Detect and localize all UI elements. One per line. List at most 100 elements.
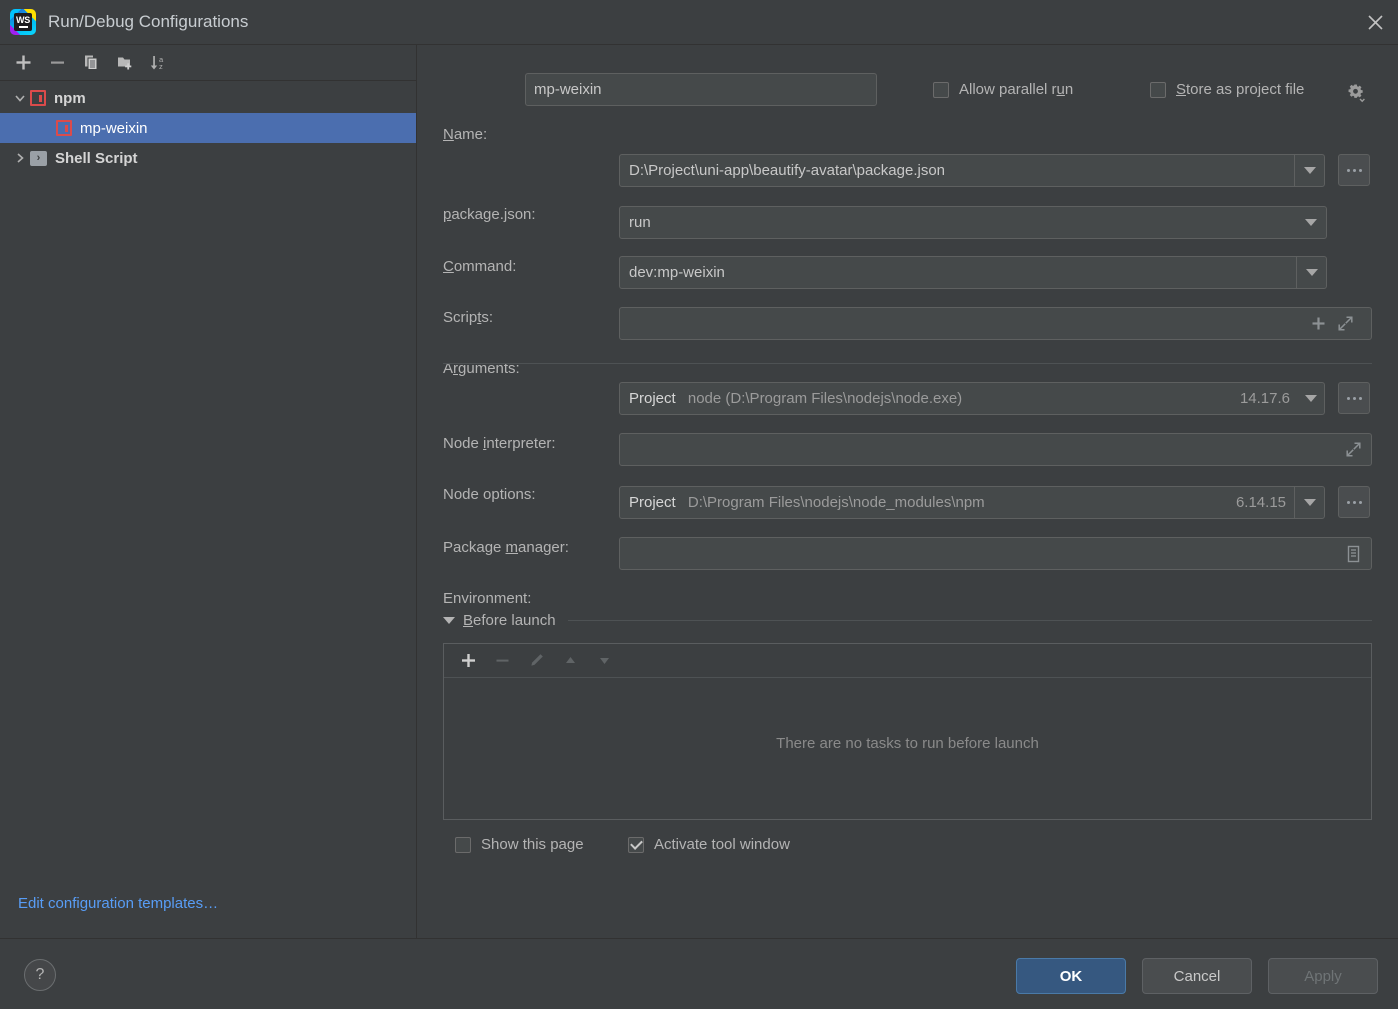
before-launch-task-list: There are no tasks to run before launch (443, 643, 1372, 820)
tree-group-npm-label: npm (54, 89, 86, 107)
edit-task-button (522, 648, 550, 674)
checkbox-box (455, 836, 471, 853)
minus-icon (496, 659, 508, 662)
configuration-form: Name: mp-weixin Allow parallel run Store… (417, 45, 1398, 938)
tree-item-mp-weixin[interactable]: mp-weixin (0, 113, 416, 143)
footer-separator (0, 938, 1398, 939)
package-manager-value: D:\Program Files\nodejs\node_modules\npm (687, 494, 985, 511)
environment-variables-button[interactable] (1345, 545, 1362, 567)
node-interpreter-version: 14.17.6 (1239, 390, 1290, 407)
scripts-label: Scripts: (443, 309, 494, 326)
arguments-field-icons (1310, 315, 1354, 336)
show-this-page-checkbox[interactable]: Show this page (455, 836, 584, 853)
package-manager-label: Package manager: (443, 539, 569, 556)
name-input[interactable]: mp-weixin (525, 73, 877, 106)
chevron-right-icon[interactable] (10, 148, 30, 168)
package-json-label: package.json: (443, 206, 536, 223)
close-icon (1367, 14, 1383, 30)
edit-configuration-templates-link[interactable]: Edit configuration templates… (18, 895, 218, 912)
before-launch-empty-message: There are no tasks to run before launch (776, 734, 1039, 752)
before-launch-toolbar (444, 644, 1371, 678)
chevron-down-icon (1305, 219, 1317, 226)
add-configuration-button[interactable] (8, 49, 38, 77)
form-section-divider (443, 363, 1372, 364)
sort-az-icon: a z (150, 55, 164, 71)
ellipsis-icon (1346, 168, 1362, 172)
new-folder-button[interactable] (110, 49, 140, 77)
node-interpreter-combo[interactable]: Project node (D:\Program Files\nodejs\no… (619, 382, 1325, 415)
node-interpreter-value: node (D:\Program Files\nodejs\node.exe) (687, 390, 963, 407)
package-manager-dropdown-arrow[interactable] (1294, 487, 1324, 518)
configurations-toolbar: a z (0, 45, 416, 80)
add-task-button[interactable] (454, 648, 482, 674)
expand-node-options-button[interactable] (1345, 441, 1362, 462)
npm-icon (30, 90, 46, 106)
shell-script-icon: › (30, 150, 47, 166)
node-options-input[interactable] (619, 433, 1372, 466)
remove-task-button (488, 648, 516, 674)
scripts-dropdown-arrow[interactable] (1296, 257, 1326, 288)
command-combo[interactable]: run (619, 206, 1327, 239)
collapse-before-launch-icon[interactable] (443, 617, 455, 624)
package-manager-browse-button[interactable] (1338, 486, 1370, 518)
environment-label: Environment: (443, 590, 532, 607)
plus-icon (1312, 317, 1325, 330)
name-input-value: mp-weixin (534, 81, 602, 98)
triangle-up-icon (565, 657, 575, 663)
pencil-icon (530, 654, 543, 666)
ok-button[interactable]: OK (1016, 958, 1126, 994)
store-as-project-file-label: Store as project file (1176, 81, 1305, 98)
node-options-label: Node options: (443, 486, 536, 503)
store-as-project-file-checkbox[interactable]: Store as project file (1150, 81, 1304, 98)
close-window-button[interactable] (1352, 0, 1398, 44)
node-interpreter-browse-button[interactable] (1338, 382, 1370, 414)
package-json-combo[interactable]: D:\Project\uni-app\beautify-avatar\packa… (619, 154, 1325, 187)
npm-icon (56, 120, 72, 136)
command-dropdown-arrow[interactable] (1296, 207, 1326, 238)
package-json-dropdown-arrow[interactable] (1294, 155, 1324, 186)
store-settings-gear-button[interactable] (1347, 83, 1367, 107)
ellipsis-icon (1346, 500, 1362, 504)
help-button[interactable]: ? (24, 959, 56, 991)
tree-group-shell-script[interactable]: › Shell Script (0, 143, 416, 173)
show-this-page-label: Show this page (481, 836, 584, 853)
package-json-value: D:\Project\uni-app\beautify-avatar\packa… (629, 162, 946, 179)
sort-configurations-button[interactable]: a z (144, 49, 174, 77)
checkbox-box (933, 81, 949, 98)
configurations-panel: a z npm mp-weixin › Shell Script Edit co… (0, 45, 416, 938)
package-json-browse-button[interactable] (1338, 154, 1370, 186)
webstorm-logo-initials: WS (16, 14, 30, 25)
title-bar: WS Run/Debug Configurations (0, 0, 1398, 44)
insert-macro-button[interactable] (1310, 315, 1327, 336)
node-interpreter-prefix: Project (629, 390, 676, 407)
tree-group-npm[interactable]: npm (0, 83, 416, 113)
environment-input[interactable] (619, 537, 1372, 570)
before-launch-rule (567, 620, 1372, 621)
remove-configuration-button[interactable] (42, 49, 72, 77)
environment-field-icons (1345, 545, 1362, 567)
scripts-combo[interactable]: dev:mp-weixin (619, 256, 1327, 289)
node-interpreter-dropdown-arrow[interactable] (1298, 383, 1324, 414)
ellipsis-icon (1346, 396, 1362, 400)
activate-tool-window-label: Activate tool window (654, 836, 790, 853)
plus-icon (16, 55, 30, 70)
package-manager-combo[interactable]: Project D:\Program Files\nodejs\node_mod… (619, 486, 1325, 519)
allow-parallel-run-checkbox[interactable]: Allow parallel run (933, 81, 1073, 98)
allow-parallel-run-label: Allow parallel run (959, 81, 1074, 98)
command-label: Command: (443, 258, 517, 275)
expand-icon (1346, 442, 1361, 457)
before-launch-header: Before launch (443, 612, 1372, 629)
chevron-down-icon[interactable] (10, 88, 30, 108)
expand-arguments-button[interactable] (1337, 315, 1354, 336)
chevron-down-icon (1303, 167, 1316, 174)
name-label: Name: (443, 126, 488, 143)
activate-tool-window-checkbox[interactable]: Activate tool window (628, 836, 790, 853)
checkbox-box (1150, 81, 1166, 98)
arguments-input[interactable] (619, 307, 1372, 340)
window-title: Run/Debug Configurations (48, 12, 249, 31)
expand-icon (1338, 316, 1353, 331)
copy-configuration-button[interactable] (76, 49, 106, 77)
cancel-button[interactable]: Cancel (1142, 958, 1252, 994)
plus-icon (461, 654, 475, 667)
before-launch-title: Before launch (463, 612, 556, 629)
